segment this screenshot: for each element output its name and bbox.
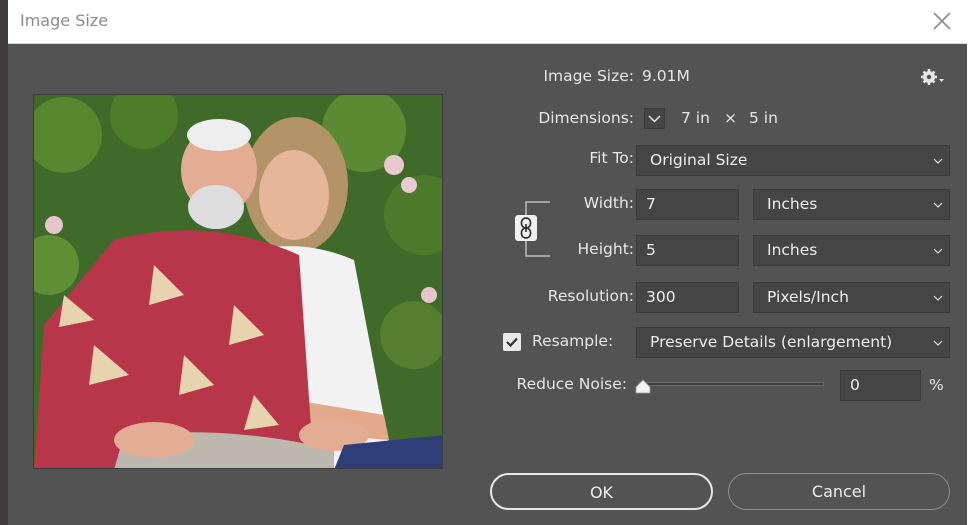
photo-illustration — [34, 95, 442, 468]
reduce-noise-unit: % — [929, 376, 944, 394]
chevron-down-icon — [933, 202, 943, 208]
cancel-button[interactable]: Cancel — [728, 473, 950, 510]
height-label: Height: — [577, 240, 634, 258]
height-unit-value: Inches — [767, 241, 818, 259]
resolution-label: Resolution: — [547, 287, 634, 305]
ok-button[interactable]: OK — [490, 473, 713, 510]
chevron-down-icon — [933, 248, 943, 254]
title-bar: Image Size — [8, 0, 967, 44]
image-preview[interactable] — [33, 94, 443, 469]
chevron-down-icon — [933, 158, 943, 164]
chevron-down-icon — [933, 295, 943, 301]
chain-link-icon — [520, 217, 532, 239]
dimensions-label: Dimensions: — [538, 109, 634, 127]
resample-label: Resample: — [532, 332, 614, 350]
resolution-value: 300 — [646, 288, 676, 306]
window-right-edge — [967, 0, 975, 525]
constrain-proportions-button[interactable] — [515, 215, 537, 241]
width-unit-value: Inches — [767, 195, 818, 213]
resample-method-value: Preserve Details (enlargement) — [650, 333, 893, 351]
fit-to-value: Original Size — [650, 151, 748, 169]
close-icon[interactable] — [931, 10, 953, 32]
dimensions-width-value: 7 in — [681, 109, 710, 127]
image-size-label: Image Size: — [543, 67, 634, 85]
checkmark-icon — [506, 337, 518, 348]
height-input[interactable]: 5 — [636, 235, 739, 266]
height-value: 5 — [646, 241, 656, 259]
dimensions-unit-dropdown[interactable] — [644, 108, 665, 129]
reduce-noise-value: 0 — [850, 376, 860, 394]
resolution-unit-select[interactable]: Pixels/Inch — [753, 282, 950, 313]
fit-to-select[interactable]: Original Size — [636, 145, 950, 176]
cancel-button-label: Cancel — [811, 482, 867, 501]
width-label: Width: — [583, 194, 634, 212]
dimensions-times-sign: × — [724, 109, 737, 127]
resample-method-select[interactable]: Preserve Details (enlargement) — [636, 327, 950, 358]
ok-button-label: OK — [589, 483, 614, 502]
width-input[interactable]: 7 — [636, 189, 739, 220]
fit-to-label: Fit To: — [589, 149, 634, 167]
reduce-noise-slider-track[interactable] — [638, 382, 824, 386]
resolution-input[interactable]: 300 — [636, 282, 739, 313]
reduce-noise-slider-thumb[interactable] — [635, 379, 651, 394]
window-title: Image Size — [20, 11, 109, 30]
width-value: 7 — [646, 195, 656, 213]
window-left-edge — [0, 0, 8, 525]
chevron-down-icon — [933, 340, 943, 346]
image-size-dialog: Image Size: 9.01M Dimensions: 7 in × 5 i… — [8, 44, 967, 525]
reduce-noise-label: Reduce Noise: — [516, 375, 627, 393]
width-unit-select[interactable]: Inches — [753, 189, 950, 220]
dimensions-height-value: 5 in — [749, 109, 778, 127]
chevron-down-icon — [648, 115, 661, 123]
reduce-noise-input[interactable]: 0 — [840, 370, 921, 401]
resolution-unit-value: Pixels/Inch — [767, 288, 849, 306]
height-unit-select[interactable]: Inches — [753, 235, 950, 266]
image-size-value: 9.01M — [642, 67, 690, 85]
resample-checkbox[interactable] — [503, 333, 521, 351]
gear-icon[interactable] — [921, 68, 945, 86]
